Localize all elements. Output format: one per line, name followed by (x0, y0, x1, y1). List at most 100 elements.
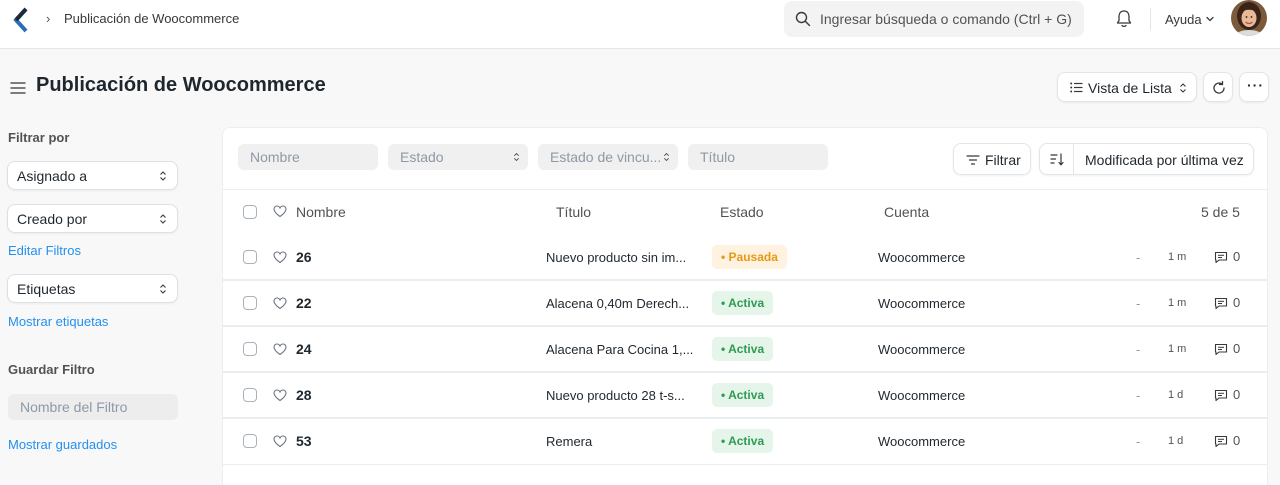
more-dots-icon: ··· (1247, 77, 1264, 93)
link-status-filter-field[interactable]: Estado de vincu... (538, 144, 678, 170)
row-title: Alacena 0,40m Derech... (546, 296, 690, 311)
select-arrows-icon (513, 152, 520, 162)
row-checkbox[interactable] (243, 250, 257, 264)
status-badge: • Pausada (712, 245, 787, 269)
notification-bell-icon[interactable] (1115, 9, 1133, 29)
row-divider (223, 418, 1267, 419)
row-divider (223, 372, 1267, 373)
comment-icon[interactable] (1214, 389, 1228, 402)
select-arrows-icon (160, 284, 166, 294)
row-title: Remera (546, 434, 593, 449)
row-title: Alacena Para Cocina 1,... (546, 342, 694, 357)
app-logo-icon[interactable] (12, 7, 30, 33)
status-filter-field[interactable]: Estado (388, 144, 528, 170)
filter-created-by[interactable]: Creado por (7, 204, 178, 233)
filter-assigned-to-label: Asignado a (17, 168, 88, 184)
row-comment-count: 0 (1233, 387, 1241, 402)
row-name-link[interactable]: 53 (296, 433, 312, 449)
filter-assigned-to[interactable]: Asignado a (7, 161, 178, 190)
row-dash: - (1136, 434, 1141, 449)
name-filter-field[interactable]: Nombre (238, 144, 378, 170)
row-dash: - (1136, 388, 1141, 403)
view-switcher-button[interactable]: Vista de Lista (1057, 72, 1197, 102)
breadcrumb-link[interactable]: Publicación de Woocommerce (64, 11, 239, 26)
refresh-icon (1213, 80, 1225, 94)
status-badge-label: Pausada (728, 250, 778, 264)
search-input[interactable] (820, 1, 1080, 37)
row-checkbox[interactable] (243, 434, 257, 448)
column-header-account: Cuenta (884, 204, 930, 220)
row-modified-time: 1 m (1168, 251, 1187, 263)
heart-icon[interactable] (273, 251, 287, 264)
status-badge-label: Activa (728, 388, 765, 402)
row-name-link[interactable]: 28 (296, 387, 312, 403)
heart-icon[interactable] (273, 297, 287, 310)
row-account: Woocommerce (878, 296, 966, 311)
status-badge: • Activa (712, 291, 774, 315)
comment-icon[interactable] (1214, 343, 1228, 356)
filter-button[interactable]: Filtrar (953, 143, 1031, 175)
select-arrows-icon (1180, 83, 1186, 93)
navbar-divider (1150, 8, 1151, 30)
heart-icon[interactable] (273, 343, 287, 356)
name-filter-label: Nombre (250, 149, 300, 165)
user-avatar[interactable] (1231, 0, 1267, 36)
status-badge-label: Activa (728, 434, 765, 448)
help-dropdown[interactable]: Ayuda (1165, 12, 1202, 27)
select-all-checkbox[interactable] (243, 205, 257, 219)
status-badge: • Activa (712, 383, 774, 407)
column-header-status: Estado (720, 204, 764, 220)
select-arrows-icon (160, 214, 166, 224)
sidebar-toggle-icon[interactable] (10, 81, 26, 95)
comment-icon[interactable] (1214, 435, 1228, 448)
row-name-link[interactable]: 26 (296, 249, 312, 265)
row-comment-count: 0 (1233, 249, 1241, 264)
show-saved-link[interactable]: Mostrar guardados (8, 437, 117, 452)
link-status-filter-label: Estado de vincu... (550, 149, 662, 165)
row-account: Woocommerce (878, 250, 966, 265)
chevron-down-icon[interactable] (1205, 14, 1215, 24)
row-name-link[interactable]: 22 (296, 295, 312, 311)
more-actions-button[interactable]: ··· (1239, 72, 1269, 102)
page-title: Publicación de Woocommerce (36, 74, 326, 96)
filter-button-label: Filtrar (985, 152, 1021, 168)
row-modified-time: 1 m (1168, 297, 1187, 309)
filter-tags[interactable]: Etiquetas (7, 274, 178, 303)
row-name-link[interactable]: 24 (296, 341, 312, 357)
row-checkbox[interactable] (243, 388, 257, 402)
row-title: Nuevo producto 28 t-s... (546, 388, 685, 403)
sort-direction-button[interactable] (1040, 144, 1074, 174)
status-badge: • Activa (712, 337, 774, 361)
filter-created-by-label: Creado por (17, 211, 88, 227)
status-filter-label: Estado (400, 149, 444, 165)
row-divider (223, 464, 1267, 465)
row-dash: - (1136, 342, 1141, 357)
edit-filters-link[interactable]: Editar Filtros (8, 243, 81, 258)
row-modified-time: 1 d (1168, 435, 1184, 447)
comment-icon[interactable] (1214, 297, 1228, 310)
row-modified-time: 1 d (1168, 389, 1184, 401)
view-switcher-label: Vista de Lista (1088, 80, 1172, 96)
show-tags-link[interactable]: Mostrar etiquetas (8, 314, 108, 329)
row-comment-count: 0 (1233, 341, 1241, 356)
search-bar[interactable] (784, 1, 1084, 37)
row-checkbox[interactable] (243, 342, 257, 356)
status-badge-label: Activa (728, 296, 765, 310)
row-account: Woocommerce (878, 388, 966, 403)
list-view-icon (1070, 82, 1083, 93)
comment-icon[interactable] (1214, 251, 1228, 264)
heart-icon[interactable] (273, 205, 287, 218)
row-comment-count: 0 (1233, 295, 1241, 310)
title-filter-field[interactable]: Título (688, 144, 828, 170)
heart-icon[interactable] (273, 435, 287, 448)
filter-name-input[interactable] (8, 394, 178, 420)
row-checkbox[interactable] (243, 296, 257, 310)
refresh-button[interactable] (1203, 72, 1233, 102)
row-comment-count: 0 (1233, 433, 1241, 448)
heart-icon[interactable] (273, 389, 287, 402)
filter-by-heading: Filtrar por (8, 130, 70, 145)
save-filter-heading: Guardar Filtro (8, 362, 95, 377)
row-divider (223, 326, 1267, 327)
column-header-title: Título (556, 204, 592, 220)
sort-by-button[interactable]: Modificada por última vez (1085, 152, 1244, 168)
